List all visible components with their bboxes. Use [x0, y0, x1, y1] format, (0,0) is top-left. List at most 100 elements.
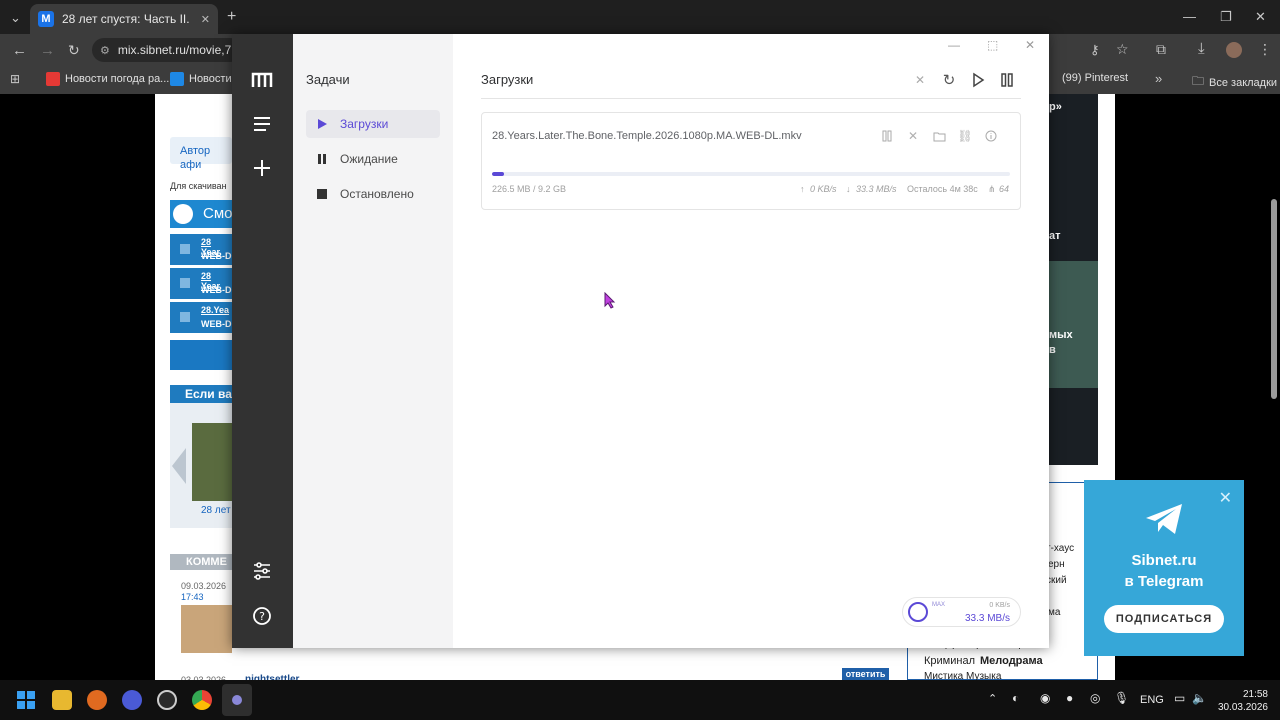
genre-link[interactable]: т-хаус	[1046, 543, 1074, 554]
all-bookmarks-button[interactable]: 🗀 Все закладки	[1192, 72, 1277, 93]
file-link-row[interactable]: 28.Yea WEB-D	[170, 302, 232, 333]
bookmark-favicon-icon	[46, 72, 60, 86]
steam-icon[interactable]	[157, 690, 177, 710]
subscribe-button[interactable]: ПОДПИСАТЬСЯ	[1104, 605, 1224, 633]
chrome-icon[interactable]	[192, 690, 212, 710]
stop-icon	[317, 189, 327, 199]
delete-task-icon[interactable]: ✕	[906, 129, 920, 143]
download-task-card[interactable]: 28.Years.Later.The.Bone.Temple.2026.1080…	[481, 112, 1021, 210]
mouse-cursor-icon	[604, 292, 616, 309]
scrollbar-thumb[interactable]	[1271, 199, 1277, 399]
bookmark-item[interactable]: Новости погода ра...	[46, 72, 169, 86]
file-explorer-icon[interactable]	[52, 690, 72, 710]
close-window-icon[interactable]: ✕	[1025, 38, 1035, 52]
promo-image[interactable]	[1049, 261, 1098, 388]
connections-icon: ⋔	[988, 184, 996, 194]
new-tab-button[interactable]: +	[227, 9, 236, 25]
movie-poster-image[interactable]	[192, 423, 232, 501]
volume-icon[interactable]: 🔈	[1192, 691, 1207, 705]
pause-all-icon[interactable]	[998, 72, 1016, 88]
open-folder-icon[interactable]	[932, 129, 946, 143]
genre-link[interactable]: ерн	[1048, 559, 1065, 570]
promo-label: Если ва	[185, 387, 232, 401]
add-task-icon[interactable]	[250, 156, 274, 180]
genre-link[interactable]: Криминал	[924, 655, 975, 667]
windows-start-icon[interactable]	[16, 690, 36, 710]
promo-snippet: в	[1049, 344, 1056, 356]
task-info-icon[interactable]	[984, 129, 998, 143]
apps-grid-icon[interactable]: ⊞	[10, 73, 20, 85]
task-size: 226.5 MB / 9.2 GB	[492, 184, 567, 194]
carousel-prev-icon[interactable]	[172, 448, 186, 484]
back-icon[interactable]: ←	[12, 43, 27, 58]
submenu-item-label: Ожидание	[340, 152, 398, 166]
clock-date: 30.03.2026	[1217, 702, 1268, 713]
close-popup-icon[interactable]: ✕	[1219, 488, 1232, 508]
player-banner[interactable]: Смо	[170, 200, 233, 228]
file-link-row[interactable]: 28 Year WEB-D	[170, 268, 232, 299]
discord-tray-icon[interactable]: ◉	[1040, 691, 1050, 705]
media-tray-icon[interactable]: ●	[1066, 691, 1073, 705]
genre-link[interactable]: ма	[1048, 607, 1060, 618]
bookmark-item[interactable]: (99) Pinterest	[1062, 72, 1128, 84]
copy-link-icon[interactable]: ⛓	[957, 129, 972, 143]
refresh-icon[interactable]: ↻	[940, 72, 958, 89]
site-info-icon[interactable]: ⚙	[100, 44, 110, 57]
key-icon[interactable]: ⚷	[1090, 43, 1100, 56]
tab-search-icon[interactable]: ⌄	[10, 11, 21, 24]
speedometer[interactable]: MAX 0 KB/s 33.3 MB/s	[902, 597, 1021, 627]
tray-overflow-icon[interactable]: ⌃	[988, 692, 997, 705]
svg-text:?: ?	[259, 610, 265, 623]
genre-link[interactable]: ский	[1046, 575, 1067, 586]
browser-tab-active[interactable]: M 28 лет спустя: Часть II. Храм к ✕	[30, 4, 218, 34]
header-divider	[481, 98, 1021, 99]
tab-close-icon[interactable]: ✕	[201, 13, 210, 26]
author-poster-tab[interactable]: Автор афи	[170, 137, 232, 171]
media-player-icon[interactable]	[122, 690, 142, 710]
help-icon[interactable]: ?	[250, 604, 274, 628]
file-link-row[interactable]: 28 Year WEB-D	[170, 234, 232, 265]
reload-icon[interactable]: ↻	[68, 43, 80, 57]
maximize-window-icon[interactable]: ⬚	[987, 38, 998, 52]
submenu-item-waiting[interactable]: Ожидание	[306, 145, 440, 173]
poster-caption[interactable]: 28 лет	[201, 505, 231, 516]
minimize-window-icon[interactable]: —	[948, 38, 960, 52]
settings-sliders-icon[interactable]	[250, 559, 274, 583]
page-scrollbar[interactable]	[1268, 94, 1280, 688]
forward-icon[interactable]: →	[40, 43, 55, 58]
steam-tray-icon[interactable]: ◐	[1012, 691, 1019, 705]
close-browser-icon[interactable]: ✕	[1255, 10, 1266, 23]
app-icon[interactable]	[87, 690, 107, 710]
minimize-browser-icon[interactable]: —	[1183, 10, 1196, 23]
promo-carousel: 28 лет	[170, 403, 232, 528]
system-clock[interactable]: 21:58 30.03.2026	[1218, 688, 1268, 714]
microphone-icon[interactable]: 🎙	[1114, 691, 1129, 705]
network-icon[interactable]: ▭	[1174, 691, 1185, 705]
pause-task-icon[interactable]	[880, 129, 894, 143]
restore-browser-icon[interactable]: ❐	[1220, 10, 1232, 23]
genre-link[interactable]: Мелодрама	[980, 655, 1043, 667]
bookmark-label: Новости погода ра...	[65, 73, 170, 85]
bookmark-label: Новости	[189, 73, 232, 85]
resume-all-icon[interactable]	[969, 72, 987, 88]
delete-all-icon[interactable]: ✕	[911, 72, 929, 88]
bookmark-star-icon[interactable]: ☆	[1116, 42, 1129, 56]
menu-icon[interactable]	[250, 112, 274, 136]
profile-avatar[interactable]	[1226, 42, 1242, 58]
language-indicator[interactable]: ENG	[1140, 694, 1164, 706]
download-button-partial[interactable]	[170, 340, 232, 370]
motrix-taskbar-button[interactable]	[222, 684, 252, 716]
upload-arrow-icon: ↑	[800, 184, 805, 194]
address-bar[interactable]: ⚙ mix.sibnet.ru/movie,7	[92, 38, 242, 62]
extensions-icon[interactable]: ⧉	[1156, 42, 1166, 56]
bookmark-item[interactable]: Новости	[170, 72, 232, 86]
speedometer-gauge-icon	[908, 602, 928, 622]
more-bookmarks-icon[interactable]: »	[1155, 72, 1162, 85]
submenu-item-stopped[interactable]: Остановлено	[306, 180, 440, 208]
promo-snippet: р»	[1049, 101, 1062, 113]
downloads-icon[interactable]: ⤓	[1198, 41, 1205, 56]
popup-title-line: Sibnet.ru	[1131, 552, 1197, 569]
browser-menu-icon[interactable]: ⋮	[1258, 42, 1272, 56]
submenu-item-downloading[interactable]: Загрузки	[306, 110, 440, 138]
app-tray-icon[interactable]: ◎	[1090, 691, 1100, 705]
